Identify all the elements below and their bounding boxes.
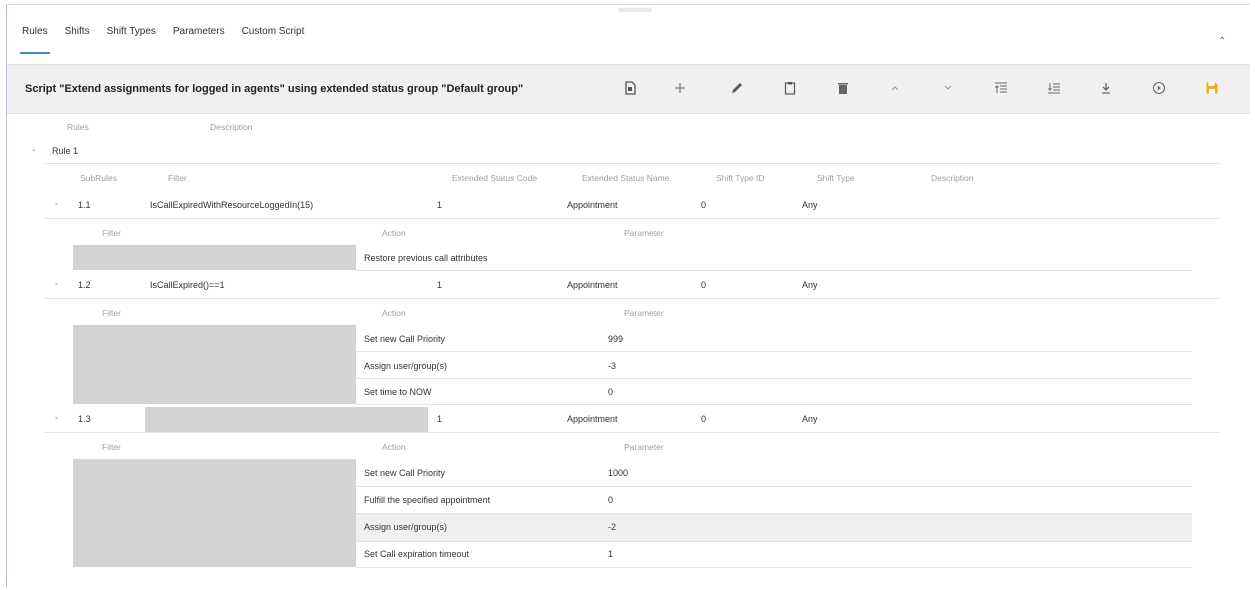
action-parameter[interactable]: -2	[608, 522, 616, 532]
action-filter-column-header: Filter	[102, 308, 121, 318]
subrule-id[interactable]: 1.3	[78, 414, 91, 424]
action-parameter[interactable]: 1000	[608, 468, 628, 478]
action-name[interactable]: Assign user/group(s)	[364, 522, 447, 532]
action-column-header: Action	[382, 308, 406, 318]
script-title: Script "Extend assignments for logged in…	[25, 83, 524, 95]
action-parameter[interactable]: -3	[608, 361, 616, 371]
tab-shift-types[interactable]: Shift Types	[107, 22, 156, 54]
action-name[interactable]: Set new Call Priority	[364, 334, 445, 344]
rule-collapse-toggle[interactable]: -	[32, 145, 35, 156]
tab-rules[interactable]: Rules	[20, 22, 50, 54]
play-circle-icon[interactable]	[1147, 76, 1171, 100]
subrule-status-code[interactable]: 1	[437, 414, 442, 424]
document-icon[interactable]	[618, 76, 642, 100]
action-filter-column-header: Filter	[102, 442, 121, 452]
action-filter-column-header: Filter	[102, 228, 121, 238]
tab-parameters[interactable]: Parameters	[173, 22, 225, 54]
action-parameter[interactable]: 1	[608, 549, 613, 559]
subrule-filter[interactable]: IsCallExpiredWithResourceLoggedIn(15)	[150, 200, 313, 210]
subrule-id[interactable]: 1.1	[78, 200, 91, 210]
shift-type-id-column-header: Shift Type ID	[716, 173, 765, 183]
subrule-shift-type-id[interactable]: 0	[701, 414, 706, 424]
plus-icon[interactable]	[668, 76, 692, 100]
action-divider	[356, 567, 1192, 568]
download-icon[interactable]	[1094, 76, 1118, 100]
rules-column-header: Rules	[67, 122, 89, 132]
collapse-chevron-up-icon[interactable]: ⌃	[1218, 36, 1226, 47]
subrule-filter[interactable]: IsCallExpired()==1	[150, 280, 225, 290]
subrule-divider	[45, 432, 1220, 433]
tab-custom-script[interactable]: Custom Script	[242, 22, 305, 54]
trash-icon[interactable]	[831, 76, 855, 100]
clipboard-icon[interactable]	[778, 76, 802, 100]
action-name[interactable]: Restore previous call attributes	[364, 253, 488, 263]
subrule-status-name[interactable]: Appointment	[567, 414, 618, 424]
action-divider	[356, 270, 1192, 271]
subrule-description-column-header: Description	[931, 173, 974, 183]
parameter-column-header: Parameter	[624, 442, 664, 452]
action-parameter[interactable]: 0	[608, 495, 613, 505]
move-bottom-icon[interactable]	[1042, 76, 1066, 100]
subrule-divider	[45, 218, 1220, 219]
rule-name[interactable]: Rule 1	[52, 146, 78, 156]
rule-divider	[45, 163, 1220, 164]
action-name[interactable]: Assign user/group(s)	[364, 361, 447, 371]
action-parameter[interactable]: 999	[608, 334, 623, 344]
status-code-column-header: Extended Status Code	[452, 173, 538, 183]
action-divider	[356, 486, 1192, 487]
filter-column-header: Filter	[168, 173, 187, 183]
tab-shifts[interactable]: Shifts	[65, 22, 90, 54]
subrule-shift-type[interactable]: Any	[802, 200, 818, 210]
tab-bar: Rules Shifts Shift Types Parameters Cust…	[20, 22, 321, 54]
action-divider	[356, 351, 1192, 352]
action-filter-cell[interactable]	[73, 459, 356, 567]
description-column-header: Description	[210, 122, 253, 132]
action-parameter[interactable]: 0	[608, 387, 613, 397]
parameter-column-header: Parameter	[624, 308, 664, 318]
action-column-header: Action	[382, 228, 406, 238]
subrule-collapse-toggle[interactable]: -	[55, 413, 58, 424]
chevron-down-icon[interactable]	[936, 76, 960, 100]
subrule-status-code[interactable]: 1	[437, 200, 442, 210]
resize-handle[interactable]	[618, 8, 652, 12]
subrule-collapse-toggle[interactable]: -	[55, 279, 58, 290]
move-top-icon[interactable]	[989, 76, 1013, 100]
subrule-collapse-toggle[interactable]: -	[55, 199, 58, 210]
parameter-column-header: Parameter	[624, 228, 664, 238]
action-name[interactable]: Set Call expiration timeout	[364, 549, 469, 559]
save-icon[interactable]	[1200, 76, 1224, 100]
script-toolbar: Script "Extend assignments for logged in…	[7, 64, 1250, 114]
subrule-status-name[interactable]: Appointment	[567, 200, 618, 210]
action-column-header: Action	[382, 442, 406, 452]
action-filter-cell[interactable]	[73, 325, 356, 404]
shift-type-column-header: Shift Type	[817, 173, 855, 183]
subrule-filter[interactable]	[145, 407, 428, 432]
subrule-shift-type[interactable]: Any	[802, 414, 818, 424]
subrule-shift-type-id[interactable]: 0	[701, 200, 706, 210]
subrule-status-name[interactable]: Appointment	[567, 280, 618, 290]
status-name-column-header: Extended Status Name	[582, 173, 670, 183]
action-divider	[356, 378, 1192, 379]
action-name[interactable]: Set time to NOW	[364, 387, 432, 397]
action-row-highlight[interactable]	[356, 514, 1192, 541]
action-name[interactable]: Set new Call Priority	[364, 468, 445, 478]
chevron-up-icon[interactable]	[883, 76, 907, 100]
subrule-shift-type-id[interactable]: 0	[701, 280, 706, 290]
action-name[interactable]: Fulfill the specified appointment	[364, 495, 490, 505]
subrule-divider	[45, 298, 1220, 299]
subrule-id[interactable]: 1.2	[78, 280, 91, 290]
subrule-status-code[interactable]: 1	[437, 280, 442, 290]
subrules-column-header: SubRules	[80, 173, 117, 183]
action-divider	[356, 404, 1192, 405]
action-filter-cell[interactable]	[73, 245, 356, 270]
action-divider	[356, 541, 1192, 542]
pencil-icon[interactable]	[725, 76, 749, 100]
subrule-shift-type[interactable]: Any	[802, 280, 818, 290]
